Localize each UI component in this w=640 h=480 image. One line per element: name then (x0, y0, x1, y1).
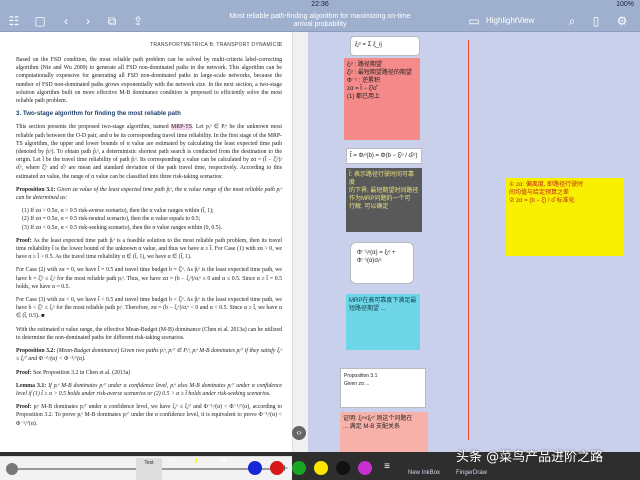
document-body: Based on the FSD condition, the most rel… (16, 56, 282, 433)
proposition: Proposition 3.1: Given zα value of the l… (16, 186, 282, 202)
search-icon[interactable]: ⌕ (564, 13, 580, 29)
list-item: (1) If zα > 0.5σ, α > 0.5 risk-averse sc… (22, 208, 214, 215)
formula-note[interactable]: ξᵢᵒ = Σ ξ_ij (350, 36, 420, 56)
highlight-view-button[interactable]: HighlightView (486, 16, 534, 25)
watermark: 头条 @菜鸟产品进阶之路 (456, 450, 604, 465)
color-swatch-blue[interactable] (248, 461, 262, 475)
bookmark-ribbon-icon[interactable]: ▯ (588, 13, 604, 29)
forward-arrow-icon[interactable]: › (80, 13, 96, 29)
page-number: 5 (279, 42, 282, 48)
highlighted-term[interactable]: MRP-TS (171, 124, 192, 131)
settings-gear-icon[interactable]: ⚙ (614, 13, 630, 29)
pink-note[interactable]: ξᵢᵒ : 路径期望 ξ̂ᵢᵒ : 最短期望路径的期望 Φ⁻¹ : 逆累积 zα… (344, 58, 420, 140)
list-item: (2) If zα = 0.5σ, α = 0.5 risk-neutral s… (22, 216, 201, 223)
paragraph: With the estimated α value range, the ef… (16, 326, 282, 341)
menu-grid-icon[interactable]: ☷ (6, 13, 22, 29)
list-item: (3) If zα < 0.5σ, α < 0.5 risk-seeking s… (22, 224, 223, 231)
color-swatch-green[interactable] (292, 461, 306, 475)
status-bar: 22:36 100% (0, 0, 640, 10)
folder-icon[interactable]: ▢ (32, 13, 48, 29)
paragraph: This section presents the proposed two-s… (16, 124, 282, 180)
color-swatch-yellow[interactable] (314, 461, 328, 475)
formula-note[interactable]: Φ⁻¹ᵢᵒ(α) = ξᵢᵒ + Φ⁻¹(α)σᵢᵒ (350, 242, 414, 284)
clock: 22:36 (311, 1, 329, 8)
document-title[interactable]: Most reliable path-finding algorithm for… (220, 13, 420, 29)
split-handle-icon[interactable]: ‹› (292, 426, 306, 440)
proof: For Case (2) with zα = 0, we have t̂ = 0… (16, 267, 282, 290)
stroke-width-icon[interactable]: ≡ (380, 461, 394, 480)
ink-line (468, 40, 469, 440)
slider-knob[interactable] (6, 463, 18, 475)
proof: Proof: pᵢᵒ M-B dominates pᵢᵒ′ under α co… (16, 404, 282, 427)
bookmark-icon[interactable]: ⧉ (104, 13, 120, 29)
pen-tool-icon[interactable]: ✎ (168, 458, 180, 480)
proof: For Case (3) with zα < 0, we have t̂ < 0… (16, 297, 282, 320)
share-icon[interactable]: ⇪ (130, 13, 146, 29)
proposition: Proposition 3.2: (Mean-Budget dominance)… (16, 348, 283, 363)
pdf-page[interactable]: TRANSPORTMETRICA B: TRANSPORT DYNAMICS 5… (0, 32, 292, 480)
highlighter-tool-icon[interactable]: ▮ (190, 458, 202, 480)
highlight-view-icon[interactable]: ▭ (466, 13, 482, 29)
fingerdraw-button[interactable]: FingerDraw (456, 470, 487, 476)
text-tool-button[interactable]: Text (136, 458, 162, 480)
new-inkbox-button[interactable]: New InkBox (408, 470, 440, 476)
split-divider[interactable] (292, 32, 308, 480)
pink-note[interactable]: 证明: ξᵢᵒ<ξᵢᵒ′ 则这个问题在 ... 满足 M-B 支配关系 (340, 412, 428, 452)
color-swatch-purple[interactable] (358, 461, 372, 475)
section-heading: 3. Two-stage algorithm for finding the m… (16, 110, 181, 118)
paragraph: Based on the FSD condition, the most rel… (16, 57, 282, 105)
eraser-tool-icon[interactable]: ⌫ (216, 458, 230, 480)
yellow-note[interactable]: ① zα: 偏离度, 即路径行驶时 间均值与给定预算之差 ② zα = (b −… (506, 178, 624, 256)
lemma: Lemma 3.1: If pᵢᵒ M-B dominates pᵢᵒ′ und… (16, 382, 282, 397)
proof: Proof: See Proposition 3.2 in Chen et al… (16, 369, 131, 376)
journal-header: TRANSPORTMETRICA B: TRANSPORT DYNAMICS (150, 42, 281, 48)
cyan-note[interactable]: MRP在高可靠度下满足最 短路径期望 ... (346, 294, 420, 350)
proof: Proof: As the least expected time path p… (16, 237, 282, 261)
notes-canvas[interactable]: ξᵢᵒ = Σ ξ_ij ξᵢᵒ : 路径期望 ξ̂ᵢᵒ : 最短期望路径的期望… (308, 32, 640, 452)
battery-level: 100% (616, 1, 634, 8)
formula-note[interactable]: t̂ = Φᵢᵒ(b) = Φ(b − ξ̂ᵢᵒ / σ̂ᵢᵒ) (346, 148, 422, 164)
top-toolbar: ☷ ▢ ‹ › ⧉ ⇪ Most reliable path-finding a… (0, 10, 640, 32)
back-arrow-icon[interactable]: ‹ (58, 13, 74, 29)
color-swatch-black[interactable] (336, 461, 350, 475)
color-swatch-red[interactable] (270, 461, 284, 475)
case-list: (1) If zα > 0.5σ, α > 0.5 risk-averse sc… (16, 207, 282, 232)
dark-note[interactable]: t̂: 表示路径行驶时间可靠度 的下界; 最短期望时间路径 作为MRP问题的一个… (346, 168, 422, 232)
clipping-note[interactable]: Proposition 3.1 Given zα ... (340, 368, 426, 408)
